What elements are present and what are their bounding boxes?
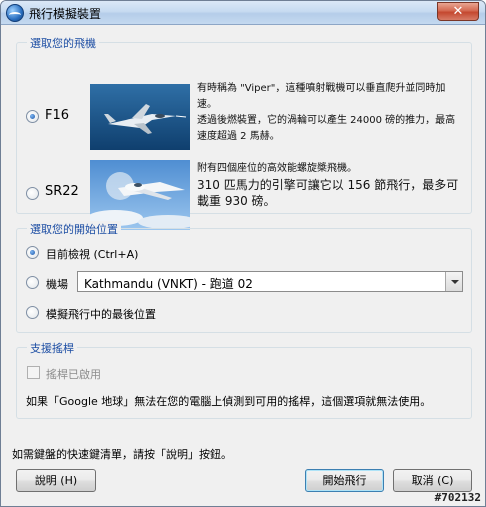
sr22-desc-line-2: 310 匹馬力的引擎可讓它以 156 節飛行，最多可載重 930 磅。 (197, 178, 459, 208)
aircraft-group: 選取您的飛機 F16 有時稱為 "Viper"，這種噴射戰機可以垂直爬升並同時加… (16, 35, 472, 230)
sr22-description: 附有四個座位的高效能螺旋槳飛機。 310 匹馬力的引擎可讓它以 156 節飛行，… (197, 161, 465, 209)
joystick-legend: 支援搖桿 (27, 340, 77, 356)
dialog-content: 選取您的飛機 F16 有時稱為 "Viper"，這種噴射戰機可以垂直爬升並同時加… (5, 26, 481, 504)
start-position-group: 選取您的開始位置 目前檢視 (Ctrl+A) 機場 Kathmandu (VNK… (16, 221, 472, 333)
f16-desc-line-1: 有時稱為 "Viper"，這種噴射戰機可以垂直爬升並同時加速。 (197, 83, 446, 110)
window-title: 飛行模擬裝置 (29, 7, 102, 21)
flight-simulator-dialog: 飛行模擬裝置 ✕ 選取您的飛機 F16 有時稱為 "Viper"，這種噴射戰機可… (0, 0, 486, 507)
f16-desc-line-2: 透過後燃裝置，它的渦輪可以產生 24000 磅的推力，最高速度超過 2 馬赫。 (197, 115, 456, 142)
google-earth-icon (6, 4, 24, 22)
last-position-label[interactable]: 模擬飛行中的最後位置 (46, 306, 156, 322)
sr22-desc-line-1: 附有四個座位的高效能螺旋槳飛機。 (197, 163, 357, 174)
current-view-radio[interactable] (26, 246, 39, 259)
joystick-note: 如果「Google 地球」無法在您的電腦上偵測到可用的搖桿，這個選項就無法使用。 (26, 395, 432, 408)
cancel-button[interactable]: 取消 (C) (393, 469, 472, 492)
last-position-radio[interactable] (26, 306, 39, 319)
joystick-enabled-label: 搖桿已啟用 (46, 368, 101, 381)
sr22-radio[interactable] (26, 187, 39, 200)
joystick-enabled-checkbox[interactable] (27, 366, 40, 379)
chevron-down-icon[interactable] (445, 272, 462, 291)
title-bar: 飛行模擬裝置 ✕ (1, 1, 485, 25)
f16-label[interactable]: F16 (45, 108, 69, 123)
keyboard-hint: 如需鍵盤的快速鍵清單，請按「說明」按鈕。 (12, 448, 232, 461)
f16-image (90, 84, 190, 150)
current-view-label[interactable]: 目前檢視 (Ctrl+A) (46, 246, 138, 262)
close-button[interactable]: ✕ (437, 2, 479, 21)
watermark: #702132 (434, 491, 481, 504)
help-button[interactable]: 說明 (H) (16, 469, 96, 492)
airport-select-value: Kathmandu (VNKT) - 跑道 02 (84, 277, 253, 291)
airport-radio[interactable] (26, 276, 39, 289)
f16-radio[interactable] (26, 110, 39, 123)
aircraft-legend: 選取您的飛機 (27, 35, 99, 51)
start-position-legend: 選取您的開始位置 (27, 221, 121, 237)
sr22-image (90, 160, 190, 230)
airport-select[interactable]: Kathmandu (VNKT) - 跑道 02 (77, 271, 463, 292)
f16-description: 有時稱為 "Viper"，這種噴射戰機可以垂直爬升並同時加速。 透過後燃裝置，它… (197, 81, 465, 145)
airport-label[interactable]: 機場 (46, 276, 68, 292)
start-flight-button[interactable]: 開始飛行 (305, 469, 384, 492)
joystick-group: 支援搖桿 搖桿已啟用 如果「Google 地球」無法在您的電腦上偵測到可用的搖桿… (16, 340, 472, 419)
sr22-label[interactable]: SR22 (45, 184, 79, 199)
